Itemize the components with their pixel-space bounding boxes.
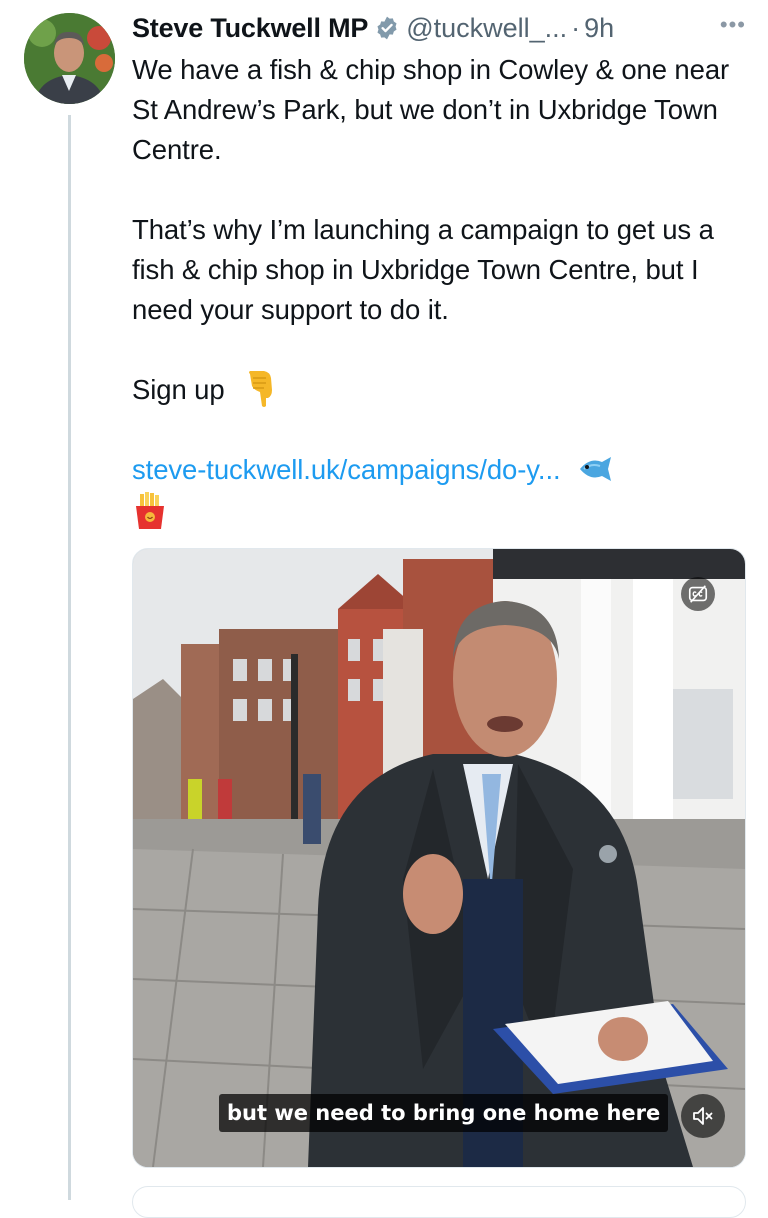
video-subtitle: but we need to bring one home here	[219, 1094, 669, 1132]
campaign-link[interactable]: steve-tuckwell.uk/campaigns/do-y...	[132, 454, 561, 485]
french-fries-icon	[136, 491, 164, 529]
author-handle[interactable]: @tuckwell_...	[406, 13, 567, 44]
tweet-paragraph-3: Sign up	[132, 370, 752, 410]
author-name[interactable]: Steve Tuckwell MP	[132, 13, 368, 44]
next-tweet-card[interactable]	[132, 1186, 746, 1218]
tweet-paragraph-4: steve-tuckwell.uk/campaigns/do-y...	[132, 450, 752, 530]
verified-badge-icon[interactable]	[374, 15, 400, 41]
video-frame	[133, 549, 745, 1167]
sign-up-text: Sign up	[132, 374, 225, 405]
avatar-photo	[24, 13, 115, 104]
mute-button[interactable]	[681, 1094, 725, 1138]
closed-captions-button[interactable]	[681, 577, 715, 611]
tweet-paragraph-1: We have a fish & chip shop in Cowley & o…	[132, 54, 730, 165]
muted-speaker-icon	[693, 1107, 713, 1125]
tweet-header: Steve Tuckwell MP @tuckwell_... · 9h •••	[132, 10, 750, 46]
timestamp[interactable]: 9h	[584, 13, 614, 44]
tweet-text: We have a fish & chip shop in Cowley & o…	[132, 50, 752, 530]
tweet-paragraph-2: That’s why I’m launching a campaign to g…	[132, 214, 714, 325]
pointing-down-hand-icon	[249, 370, 273, 407]
author-avatar[interactable]	[24, 13, 115, 104]
video-player[interactable]: but we need to bring one home here	[132, 548, 746, 1168]
closed-captions-off-icon	[688, 585, 708, 603]
more-options-icon[interactable]: •••	[720, 12, 746, 38]
thread-line	[68, 115, 71, 1200]
fish-icon	[580, 456, 612, 481]
separator-dot: ·	[571, 12, 581, 43]
